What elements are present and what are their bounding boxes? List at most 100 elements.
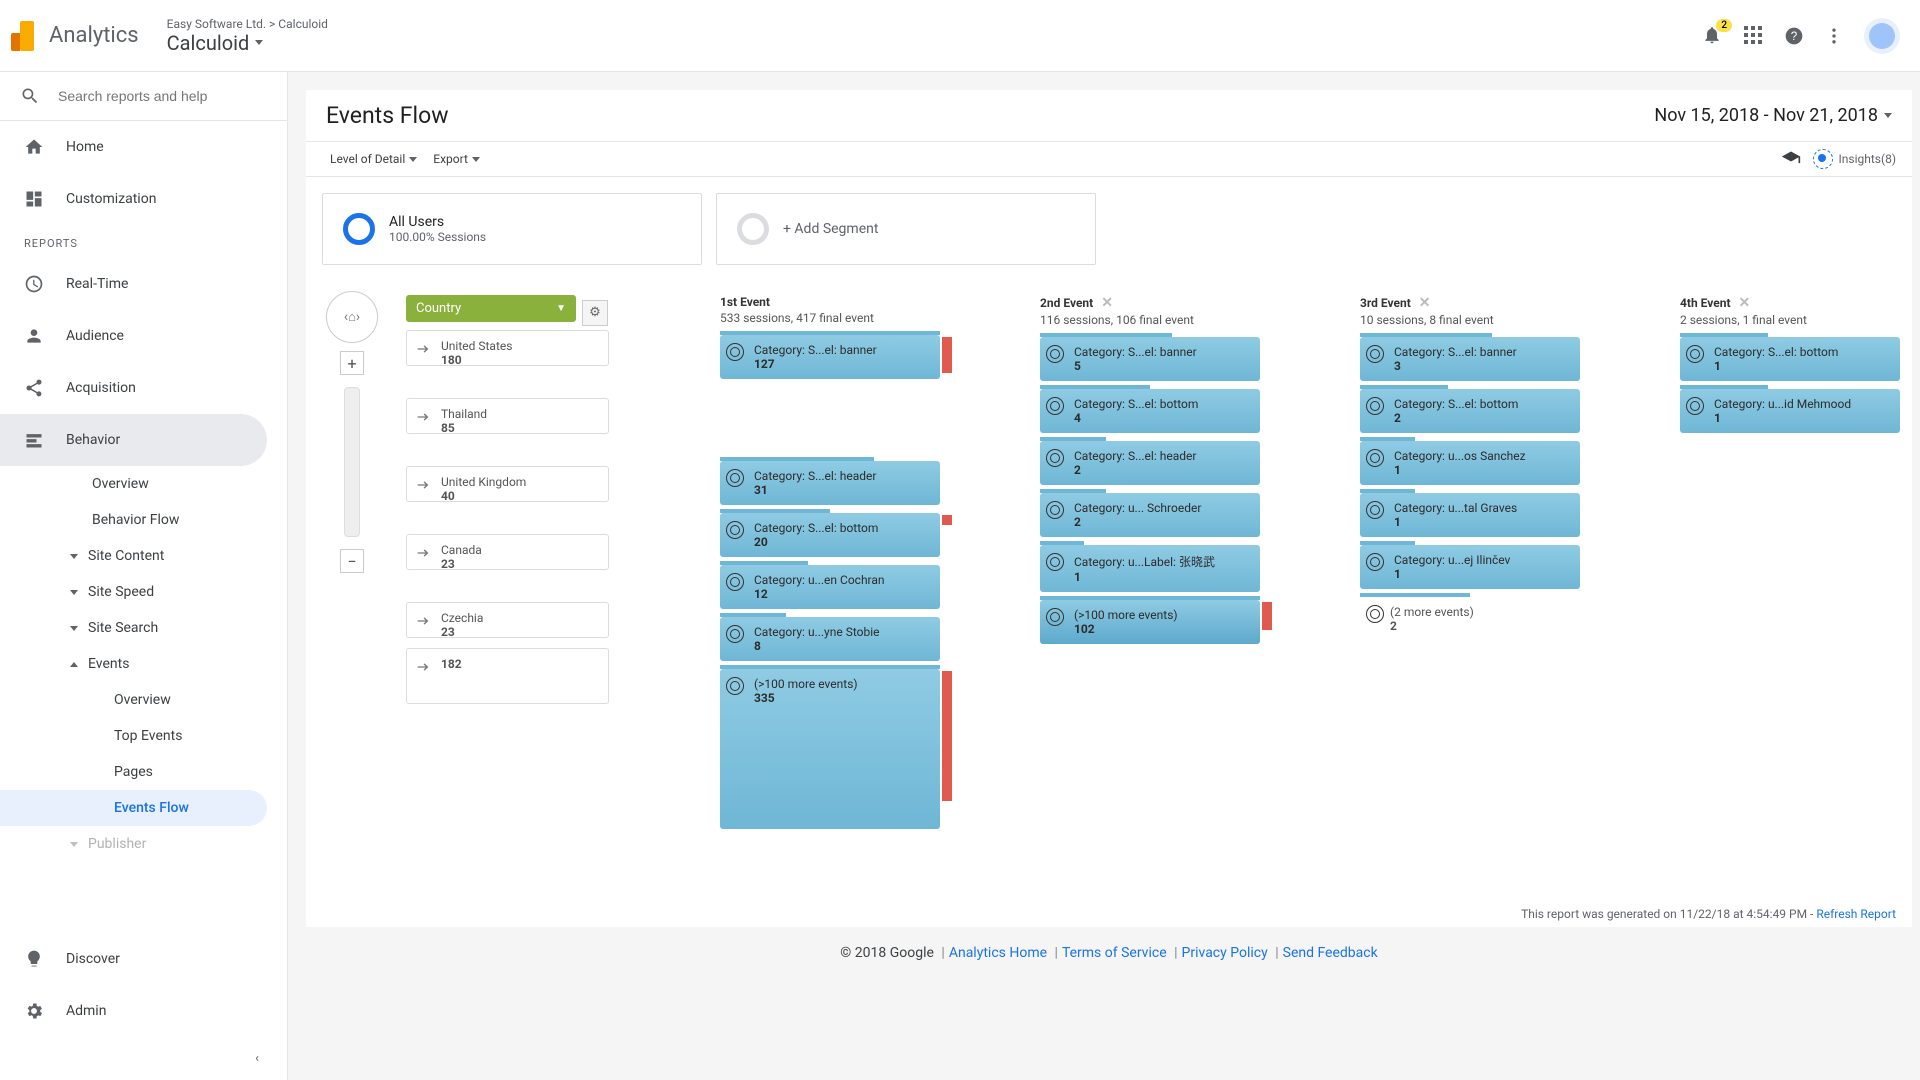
account-avatar[interactable] xyxy=(1864,18,1900,54)
arrow-icon xyxy=(415,341,431,357)
chevron-down-icon xyxy=(70,842,78,847)
home-icon xyxy=(24,137,44,157)
event-node[interactable]: (>100 more events)102 xyxy=(1040,600,1260,644)
dropoff-indicator xyxy=(942,515,952,525)
source-node[interactable]: Thailand85 xyxy=(406,398,609,434)
event-node[interactable]: Category: u...en Cochran12 xyxy=(720,565,940,609)
event-node[interactable]: Category: S...el: banner5 xyxy=(1040,337,1260,381)
source-node[interactable]: United Kingdom40 xyxy=(406,466,609,502)
event-node[interactable]: Category: S...el: bottom1 xyxy=(1680,337,1900,381)
refresh-report-link[interactable]: Refresh Report xyxy=(1816,907,1896,921)
flow-source-column: Country▼ ⚙ United States180 Thailand85 Uni… xyxy=(406,295,609,712)
property-selector[interactable]: Calculoid xyxy=(167,31,328,55)
event-icon xyxy=(1046,397,1064,415)
nav-behavior[interactable]: Behavior xyxy=(0,414,267,466)
source-node[interactable]: United States180 xyxy=(406,330,609,366)
more-vert-icon[interactable] xyxy=(1824,26,1844,46)
source-node[interactable]: Canada23 xyxy=(406,534,609,570)
insights-icon xyxy=(1813,149,1833,169)
zoom-slider[interactable] xyxy=(344,387,360,537)
event-icon xyxy=(1046,608,1064,626)
footer-feedback[interactable]: Send Feedback xyxy=(1283,945,1378,961)
event-node[interactable]: Category: S...el: banner3 xyxy=(1360,337,1580,381)
nav-site-speed[interactable]: Site Speed xyxy=(0,574,287,610)
arrow-icon xyxy=(415,409,431,425)
event-node[interactable]: Category: u...os Sanchez1 xyxy=(1360,441,1580,485)
breadcrumb[interactable]: Easy Software Ltd. > Calculoid xyxy=(167,17,328,31)
property-name: Calculoid xyxy=(167,31,250,55)
footer-tos[interactable]: Terms of Service xyxy=(1062,945,1167,961)
nav-customization[interactable]: Customization xyxy=(0,173,287,225)
footer-analytics-home[interactable]: Analytics Home xyxy=(949,945,1047,961)
source-node[interactable]: Czechia23 xyxy=(406,602,609,638)
nav-behavior-overview[interactable]: Overview xyxy=(0,466,287,502)
nav-site-search[interactable]: Site Search xyxy=(0,610,287,646)
reports-header: REPORTS xyxy=(0,225,287,258)
education-icon[interactable] xyxy=(1781,149,1801,169)
notifications-button[interactable]: 2 xyxy=(1702,25,1724,47)
person-icon xyxy=(24,326,44,346)
collapse-sidebar-button[interactable]: ‹ xyxy=(0,1037,287,1080)
nav-events-pages[interactable]: Pages xyxy=(0,754,287,790)
arrow-icon xyxy=(415,613,431,629)
footer-privacy[interactable]: Privacy Policy xyxy=(1182,945,1268,961)
nav-site-content[interactable]: Site Content xyxy=(0,538,287,574)
product-name: Analytics xyxy=(49,23,139,48)
segment-all-users[interactable]: All Users100.00% Sessions xyxy=(322,193,702,265)
chevron-down-icon xyxy=(70,590,78,595)
event-icon xyxy=(1366,397,1384,415)
nav-acquisition[interactable]: Acquisition xyxy=(0,362,287,414)
help-icon[interactable]: ? xyxy=(1784,26,1804,46)
event-node[interactable]: (2 more events)2 xyxy=(1360,597,1580,641)
source-node[interactable]: 182 xyxy=(406,648,609,704)
nav-discover[interactable]: Discover xyxy=(0,933,287,985)
event-node[interactable]: Category: u...Label: 张晓武1 xyxy=(1040,545,1260,592)
search-row[interactable] xyxy=(0,72,287,121)
event-node[interactable]: Category: u... Schroeder2 xyxy=(1040,493,1260,537)
event-node[interactable]: Category: S...el: bottom4 xyxy=(1040,389,1260,433)
event-node[interactable]: Category: u...ej Ilinčev1 xyxy=(1360,545,1580,589)
zoom-out-button[interactable]: − xyxy=(340,549,364,573)
nav-events-overview[interactable]: Overview xyxy=(0,682,287,718)
event-node[interactable]: Category: S...el: header2 xyxy=(1040,441,1260,485)
event-node[interactable]: Category: u...tal Graves1 xyxy=(1360,493,1580,537)
insights-button[interactable]: Insights(8) xyxy=(1813,149,1897,169)
arrow-icon xyxy=(415,477,431,493)
event-node[interactable]: Category: S...el: banner127 xyxy=(720,335,940,379)
nav-audience[interactable]: Audience xyxy=(0,310,287,362)
event-node[interactable]: Category: S...el: bottom2 xyxy=(1360,389,1580,433)
flow-nav-button[interactable]: ‹ ⌂ › xyxy=(326,291,378,343)
event-node[interactable]: Category: S...el: bottom20 xyxy=(720,513,940,557)
dimension-selector[interactable]: Country▼ xyxy=(406,295,576,322)
close-icon[interactable]: ✕ xyxy=(1101,295,1113,311)
nav-events[interactable]: Events xyxy=(0,646,287,682)
level-of-detail-dropdown[interactable]: Level of Detail xyxy=(322,148,425,170)
event-node[interactable]: (>100 more events)335 xyxy=(720,669,940,829)
page-footer: © 2018 Google |Analytics Home |Terms of … xyxy=(306,927,1912,979)
zoom-in-button[interactable]: + xyxy=(340,351,364,375)
nav-behavior-flow[interactable]: Behavior Flow xyxy=(0,502,287,538)
chevron-up-icon xyxy=(70,662,78,667)
nav-publisher[interactable]: Publisher xyxy=(0,826,287,862)
nav-admin[interactable]: Admin xyxy=(0,985,287,1037)
close-icon[interactable]: ✕ xyxy=(1419,295,1431,311)
export-dropdown[interactable]: Export xyxy=(425,148,488,170)
nav-realtime[interactable]: Real-Time xyxy=(0,258,287,310)
analytics-logo-icon xyxy=(20,21,34,51)
close-icon[interactable]: ✕ xyxy=(1739,295,1751,311)
event-icon xyxy=(726,521,744,539)
flow-event-column: 1st Event533 sessions, 417 final eventCa… xyxy=(720,295,940,837)
date-range-picker[interactable]: Nov 15, 2018 - Nov 21, 2018 xyxy=(1654,105,1892,126)
nav-events-top[interactable]: Top Events xyxy=(0,718,287,754)
events-flow-viz: ‹ ⌂ › + − Country▼ ⚙ United States180 Tha… xyxy=(306,281,1912,901)
nav-home[interactable]: Home xyxy=(0,121,287,173)
nav-events-flow[interactable]: Events Flow xyxy=(0,790,267,826)
event-node[interactable]: Category: u...id Mehmood1 xyxy=(1680,389,1900,433)
apps-icon[interactable] xyxy=(1744,26,1764,46)
add-segment-button[interactable]: + Add Segment xyxy=(716,193,1096,265)
dimension-settings-button[interactable]: ⚙ xyxy=(582,300,608,326)
event-node[interactable]: Category: u...yne Stobie8 xyxy=(720,617,940,661)
search-input[interactable] xyxy=(58,88,267,104)
event-node[interactable]: Category: S...el: header31 xyxy=(720,461,940,505)
event-icon xyxy=(1366,345,1384,363)
